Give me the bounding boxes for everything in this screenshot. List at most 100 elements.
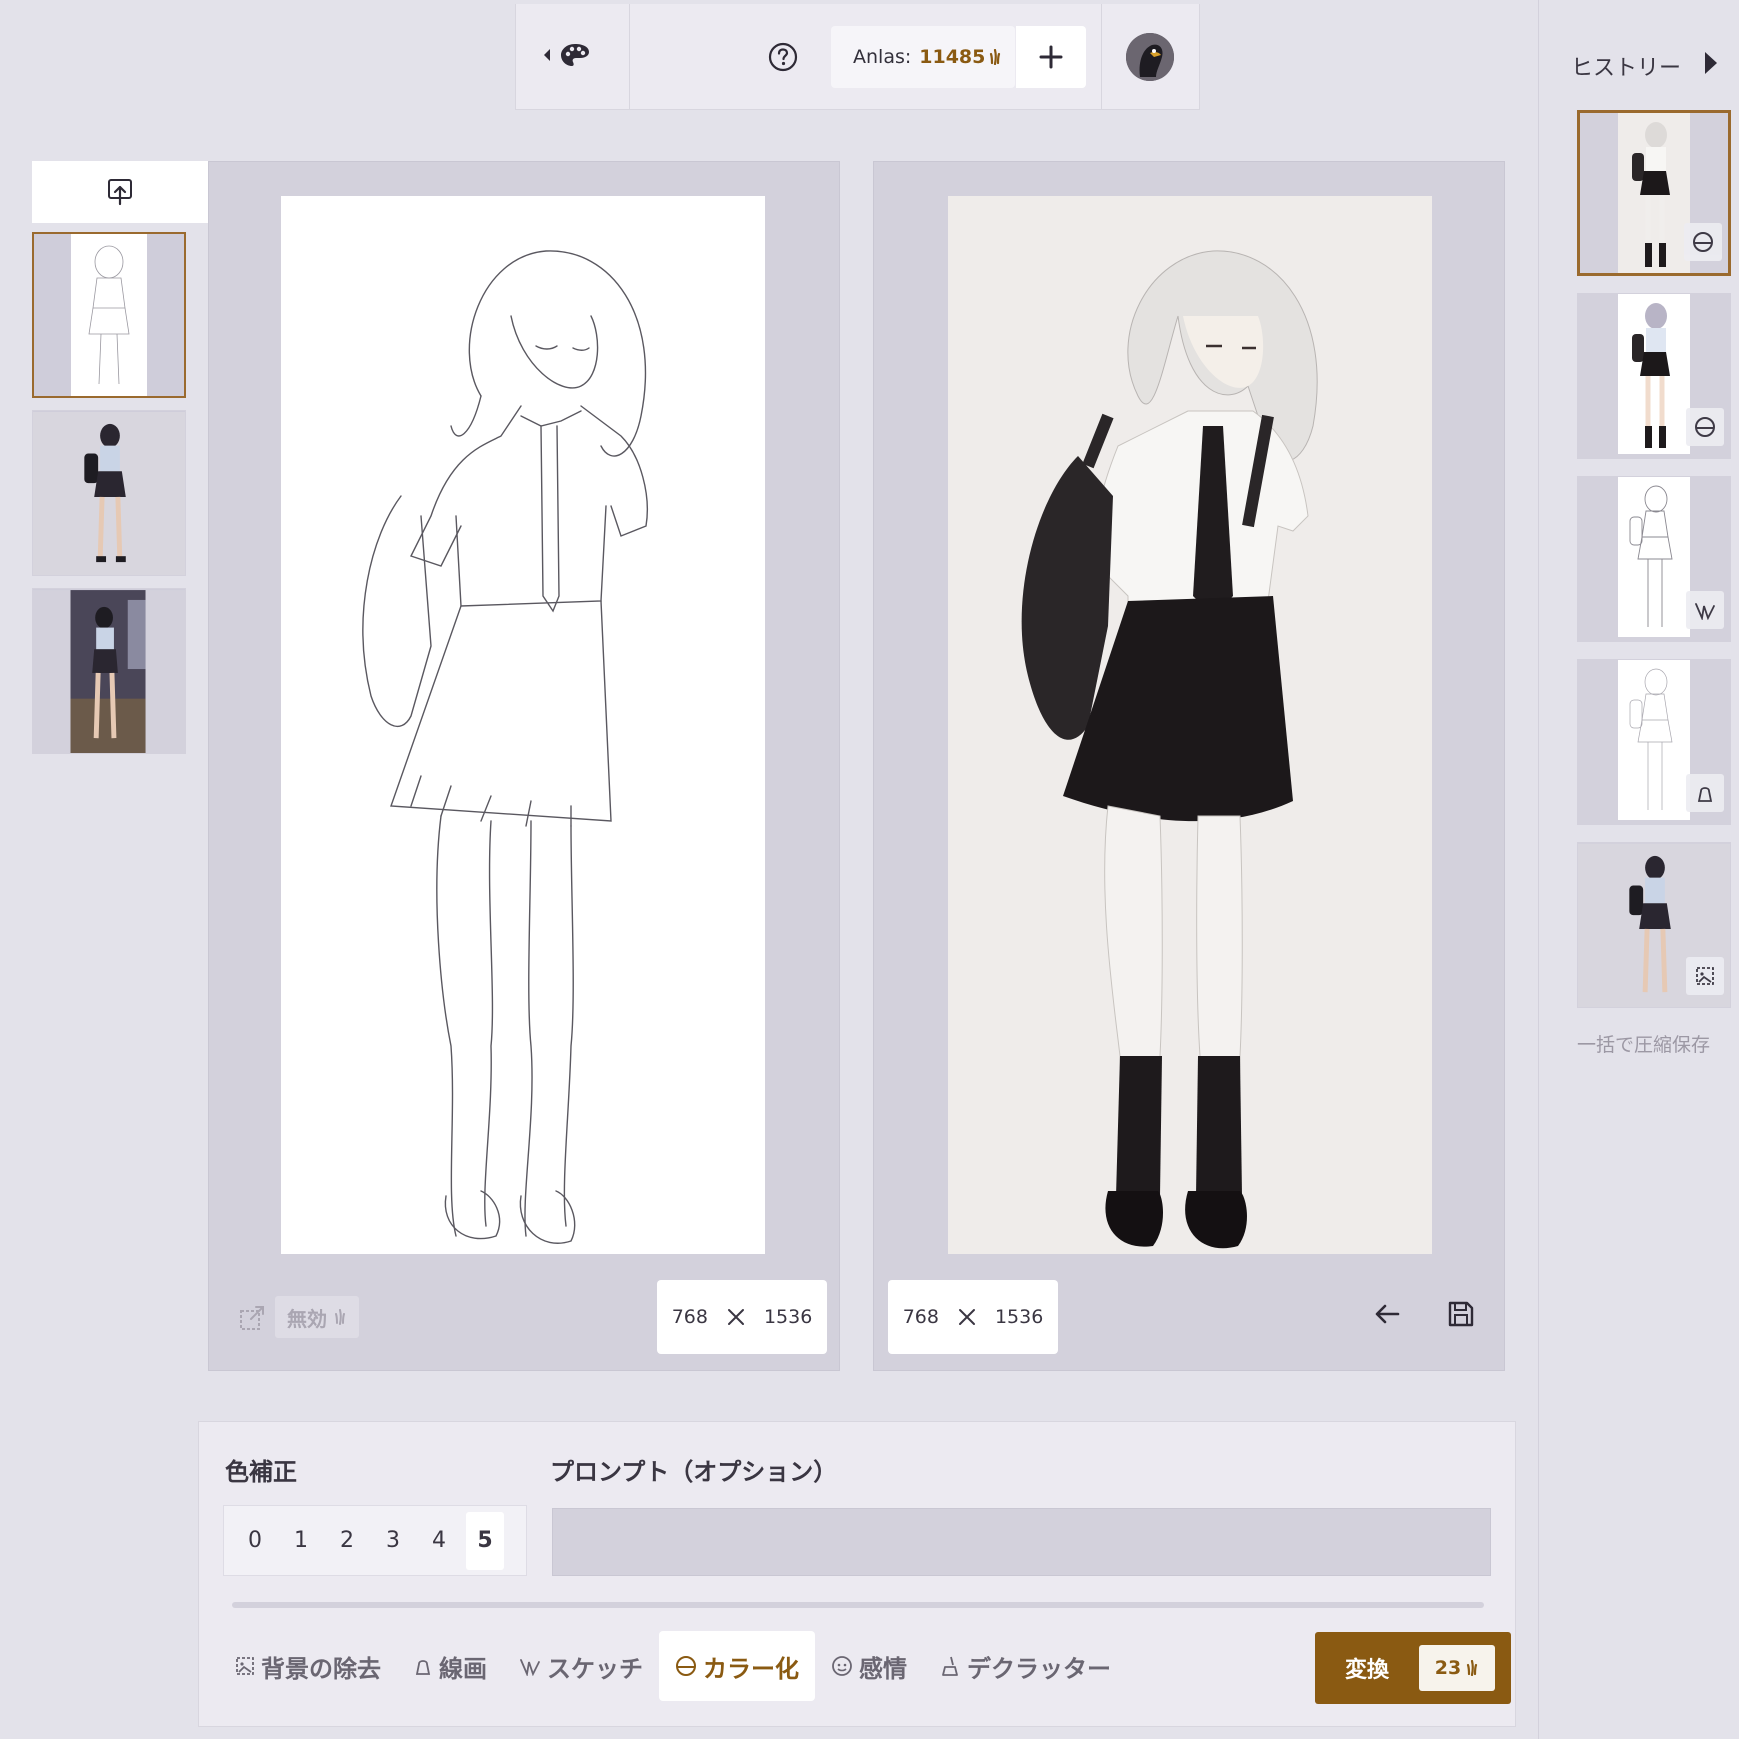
emotion-icon (832, 1656, 852, 1676)
level-4[interactable]: 4 (420, 1512, 458, 1570)
help-button[interactable] (768, 42, 798, 76)
declutter-icon (942, 1656, 958, 1676)
source-height: 1536 (763, 1306, 813, 1328)
history-item-5[interactable] (1577, 842, 1731, 1008)
use-as-source-button[interactable] (1374, 1302, 1400, 1330)
convert-label: 変換 (1345, 1658, 1390, 1683)
caret-left-icon (544, 49, 550, 61)
history-badge (1686, 591, 1724, 629)
tab-background-removal[interactable]: 背景の除去 (219, 1631, 397, 1701)
history-colorized-thumbnail (1618, 113, 1690, 273)
anlas-icon (1467, 1660, 1478, 1676)
level-1[interactable]: 1 (282, 1512, 320, 1570)
times-icon (727, 1309, 744, 1325)
times-icon (958, 1309, 975, 1325)
arrow-left-icon (1375, 1304, 1400, 1324)
plus-icon (1039, 45, 1063, 69)
history-item-1[interactable] (1577, 110, 1731, 276)
upload-icon (108, 179, 132, 206)
result-width: 768 (902, 1306, 939, 1328)
prompt-title: プロンプト（オプション） (550, 1458, 838, 1486)
bg-remove-icon (1696, 967, 1714, 985)
bg-remove-icon (236, 1657, 254, 1675)
history-badge (1686, 957, 1724, 995)
sketch-icon (520, 1659, 540, 1676)
download-all-zip-link[interactable]: 一括で圧縮保存 (1577, 1030, 1710, 1057)
color-girl-thumbnail (33, 412, 185, 575)
room-girl-thumbnail (33, 590, 185, 753)
lineart-girl-image (362, 250, 648, 1244)
tab-label: カラー化 (703, 1654, 799, 1683)
tab-emotion[interactable]: 感情 (815, 1631, 923, 1701)
anlas-icon (990, 49, 1001, 65)
tab-colorize[interactable]: カラー化 (659, 1631, 815, 1701)
history-item-3[interactable] (1577, 476, 1731, 642)
convert-button[interactable]: 変換 23 (1315, 1632, 1511, 1704)
palette-icon (561, 44, 589, 66)
tab-declutter[interactable]: デクラッター (923, 1631, 1127, 1701)
lineart-girl-thumbnail (71, 234, 147, 396)
history-item-2[interactable] (1577, 293, 1731, 459)
add-anlas-button[interactable] (1016, 26, 1086, 88)
history-sidebar: ヒストリー 一括で圧縮保存 (1538, 0, 1739, 1739)
tab-label: デクラッター (967, 1654, 1111, 1683)
upscale-disabled-pill: 無効 (275, 1296, 359, 1338)
colorize-icon (1695, 417, 1715, 437)
anlas-icon (335, 1309, 345, 1325)
convert-cost-value: 23 (1434, 1657, 1462, 1679)
save-button[interactable] (1448, 1300, 1474, 1332)
history-lineart-thumbnail (1618, 660, 1690, 820)
upload-button[interactable] (32, 161, 208, 223)
tool-controls-panel: 色補正 プロンプト（オプション） 0 1 2 3 4 5 背景の除去 線画 スケ… (198, 1421, 1516, 1727)
avatar[interactable] (1126, 33, 1174, 81)
tool-tabs: 背景の除去 線画 スケッチ カラー化 感情 デクラッター (219, 1631, 1127, 1701)
history-title: ヒストリー (1571, 56, 1682, 81)
source-image-canvas[interactable] (281, 196, 765, 1254)
tab-label: 感情 (859, 1654, 907, 1683)
upscale-icon (240, 1306, 264, 1330)
result-height: 1536 (994, 1306, 1044, 1328)
upscale-toggle[interactable]: 無効 (239, 1296, 359, 1338)
level-5[interactable]: 5 (466, 1511, 504, 1570)
prompt-input[interactable] (552, 1508, 1491, 1576)
history-badge (1686, 774, 1724, 812)
source-thumbnail-room[interactable] (32, 588, 186, 754)
history-color-thumbnail (1618, 294, 1690, 454)
result-image-panel: 768 1536 (873, 161, 1505, 1371)
history-toggle-icon[interactable] (1705, 52, 1717, 74)
history-sketch-thumbnail (1618, 477, 1690, 637)
save-icon (1448, 1301, 1474, 1327)
toolbar-divider (1101, 4, 1102, 110)
anlas-balance: Anlas: 11485 (831, 26, 1015, 88)
tab-lineart[interactable]: 線画 (397, 1631, 503, 1701)
colorize-icon (1693, 232, 1713, 252)
sketch-icon (1695, 603, 1715, 620)
history-item-4[interactable] (1577, 659, 1731, 825)
tab-label: 背景の除去 (261, 1654, 381, 1683)
lineart-icon (415, 1660, 431, 1675)
colorized-girl-image (1021, 250, 1318, 1249)
source-width: 768 (671, 1306, 708, 1328)
progress-track (232, 1602, 1484, 1608)
anlas-value: 11485 (919, 46, 986, 68)
result-image-canvas[interactable] (948, 196, 1432, 1254)
tab-label: 線画 (439, 1654, 487, 1683)
color-correction-selector: 0 1 2 3 4 5 (223, 1505, 527, 1576)
top-toolbar: Anlas: 11485 (515, 4, 1200, 110)
penguin-avatar-icon (1126, 33, 1174, 81)
source-dimensions: 768 1536 (657, 1280, 827, 1354)
level-2[interactable]: 2 (328, 1512, 366, 1570)
tab-label: スケッチ (547, 1654, 643, 1683)
back-to-palette-button[interactable] (542, 42, 590, 68)
history-badge (1686, 408, 1724, 446)
level-3[interactable]: 3 (374, 1512, 412, 1570)
help-icon (768, 42, 798, 72)
source-thumbnail-color[interactable] (32, 410, 186, 576)
tab-sketch[interactable]: スケッチ (503, 1631, 659, 1701)
color-correction-title: 色補正 (225, 1458, 297, 1486)
anlas-label: Anlas: (853, 46, 912, 68)
toolbar-divider (629, 4, 630, 110)
source-thumbnail-lineart[interactable] (32, 232, 186, 398)
level-0[interactable]: 0 (236, 1512, 274, 1570)
history-badge (1684, 223, 1722, 261)
